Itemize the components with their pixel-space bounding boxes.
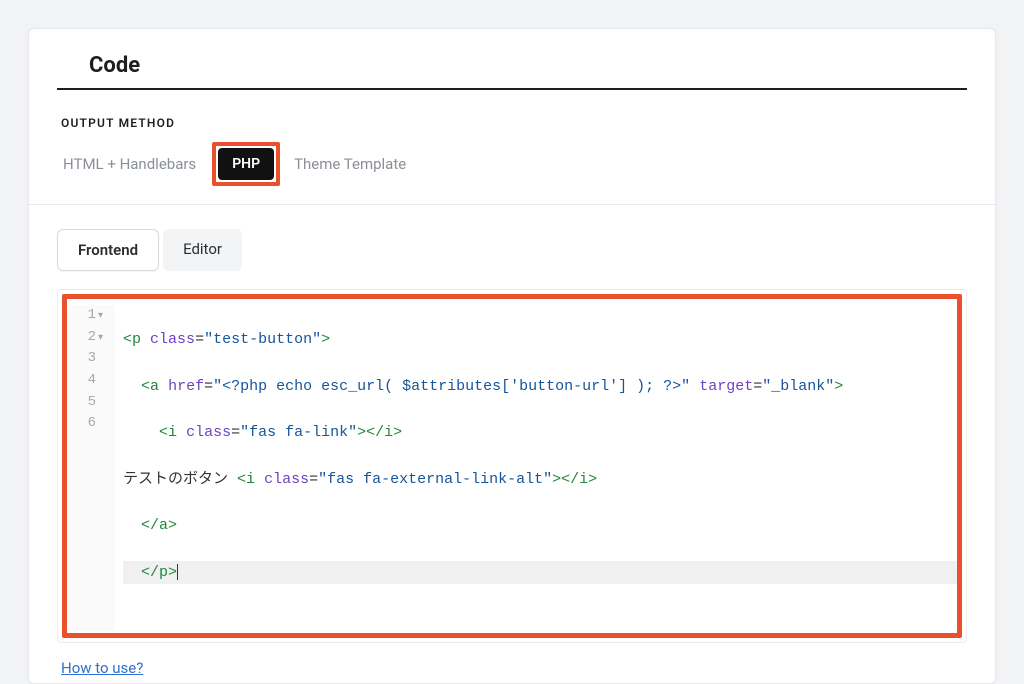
text-cursor: [177, 564, 178, 581]
how-to-use-link[interactable]: How to use?: [61, 659, 143, 677]
output-method-options: HTML + Handlebars PHP Theme Template: [29, 130, 995, 205]
block-title: Code: [57, 29, 967, 90]
code-tabs: Frontend Editor: [29, 205, 995, 279]
annotation-highlight-php: PHP: [212, 142, 280, 186]
output-method-theme-template[interactable]: Theme Template: [290, 145, 410, 183]
tab-frontend[interactable]: Frontend: [57, 229, 159, 271]
annotation-highlight-editor: 1▾ 2▾ 3▾ 4▾ 5▾ 6▾ <p class="test-button"…: [62, 294, 962, 638]
code-editor-container: 1▾ 2▾ 3▾ 4▾ 5▾ 6▾ <p class="test-button"…: [57, 289, 967, 643]
fold-arrow-icon[interactable]: ▾: [98, 333, 103, 344]
code-gutter: 1▾ 2▾ 3▾ 4▾ 5▾ 6▾: [67, 305, 115, 631]
fold-arrow-icon[interactable]: ▾: [98, 311, 103, 322]
code-content[interactable]: <p class="test-button"> <a href="<?php e…: [115, 305, 957, 631]
output-method-label: OUTPUT METHOD: [29, 90, 995, 130]
tab-editor[interactable]: Editor: [163, 229, 242, 271]
output-method-php[interactable]: PHP: [218, 148, 274, 180]
code-panel: Code OUTPUT METHOD HTML + Handlebars PHP…: [28, 28, 996, 684]
output-method-html-handlebars[interactable]: HTML + Handlebars: [59, 145, 200, 183]
code-editor[interactable]: 1▾ 2▾ 3▾ 4▾ 5▾ 6▾ <p class="test-button"…: [67, 299, 957, 633]
